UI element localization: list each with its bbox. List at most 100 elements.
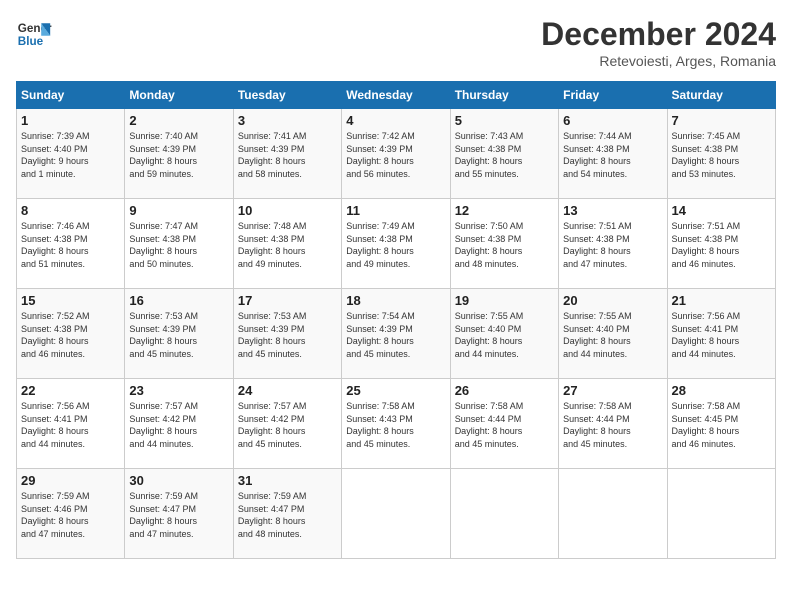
calendar-day-cell: 11 Sunrise: 7:49 AMSunset: 4:38 PMDayligh… — [342, 199, 450, 289]
day-number: 26 — [455, 383, 554, 398]
day-info: Sunrise: 7:49 AMSunset: 4:38 PMDaylight:… — [346, 220, 445, 270]
day-number: 23 — [129, 383, 228, 398]
calendar-day-cell: 15 Sunrise: 7:52 AMSunset: 4:38 PMDayligh… — [17, 289, 125, 379]
day-number: 5 — [455, 113, 554, 128]
svg-text:Blue: Blue — [18, 35, 44, 48]
calendar-day-cell: 26 Sunrise: 7:58 AMSunset: 4:44 PMDayligh… — [450, 379, 558, 469]
day-number: 30 — [129, 473, 228, 488]
calendar-day-cell — [559, 469, 667, 559]
day-number: 9 — [129, 203, 228, 218]
day-number: 21 — [672, 293, 771, 308]
day-of-week-header: Friday — [559, 82, 667, 109]
day-number: 27 — [563, 383, 662, 398]
calendar-day-cell: 22 Sunrise: 7:56 AMSunset: 4:41 PMDayligh… — [17, 379, 125, 469]
day-info: Sunrise: 7:54 AMSunset: 4:39 PMDaylight:… — [346, 310, 445, 360]
day-number: 8 — [21, 203, 120, 218]
day-number: 22 — [21, 383, 120, 398]
day-number: 14 — [672, 203, 771, 218]
day-number: 1 — [21, 113, 120, 128]
calendar-table: SundayMondayTuesdayWednesdayThursdayFrid… — [16, 81, 776, 559]
day-info: Sunrise: 7:58 AMSunset: 4:43 PMDaylight:… — [346, 400, 445, 450]
calendar-day-cell: 14 Sunrise: 7:51 AMSunset: 4:38 PMDayligh… — [667, 199, 775, 289]
day-info: Sunrise: 7:43 AMSunset: 4:38 PMDaylight:… — [455, 130, 554, 180]
calendar-day-cell: 3 Sunrise: 7:41 AMSunset: 4:39 PMDaylight… — [233, 109, 341, 199]
calendar-day-cell: 10 Sunrise: 7:48 AMSunset: 4:38 PMDayligh… — [233, 199, 341, 289]
calendar-day-cell: 6 Sunrise: 7:44 AMSunset: 4:38 PMDaylight… — [559, 109, 667, 199]
calendar-day-cell: 25 Sunrise: 7:58 AMSunset: 4:43 PMDayligh… — [342, 379, 450, 469]
calendar-day-cell: 20 Sunrise: 7:55 AMSunset: 4:40 PMDayligh… — [559, 289, 667, 379]
logo-icon: General Blue — [16, 16, 52, 52]
day-of-week-header: Tuesday — [233, 82, 341, 109]
day-number: 18 — [346, 293, 445, 308]
calendar-day-cell: 17Sunrise: 7:53 AMSunset: 4:39 PMDayligh… — [233, 289, 341, 379]
day-info: Sunrise: 7:57 AMSunset: 4:42 PMDaylight:… — [238, 400, 337, 450]
calendar-day-cell: 2Sunrise: 7:40 AMSunset: 4:39 PMDaylight… — [125, 109, 233, 199]
day-info: Sunrise: 7:55 AMSunset: 4:40 PMDaylight:… — [563, 310, 662, 360]
day-info: Sunrise: 7:46 AMSunset: 4:38 PMDaylight:… — [21, 220, 120, 270]
day-info: Sunrise: 7:48 AMSunset: 4:38 PMDaylight:… — [238, 220, 337, 270]
day-info: Sunrise: 7:40 AMSunset: 4:39 PMDaylight:… — [129, 130, 228, 180]
logo: General Blue — [16, 16, 52, 52]
day-info: Sunrise: 7:55 AMSunset: 4:40 PMDaylight:… — [455, 310, 554, 360]
calendar-day-cell: 23 Sunrise: 7:57 AMSunset: 4:42 PMDayligh… — [125, 379, 233, 469]
day-number: 16 — [129, 293, 228, 308]
day-number: 20 — [563, 293, 662, 308]
day-number: 19 — [455, 293, 554, 308]
page-header: General Blue December 2024 Retevoiesti, … — [16, 16, 776, 69]
day-info: Sunrise: 7:51 AMSunset: 4:38 PMDaylight:… — [672, 220, 771, 270]
day-info: Sunrise: 7:58 AMSunset: 4:45 PMDaylight:… — [672, 400, 771, 450]
day-info: Sunrise: 7:58 AMSunset: 4:44 PMDaylight:… — [455, 400, 554, 450]
day-of-week-header: Wednesday — [342, 82, 450, 109]
day-info: Sunrise: 7:57 AMSunset: 4:42 PMDaylight:… — [129, 400, 228, 450]
calendar-day-cell: 13Sunrise: 7:51 AMSunset: 4:38 PMDayligh… — [559, 199, 667, 289]
day-number: 28 — [672, 383, 771, 398]
day-info: Sunrise: 7:41 AMSunset: 4:39 PMDaylight:… — [238, 130, 337, 180]
day-info: Sunrise: 7:45 AMSunset: 4:38 PMDaylight:… — [672, 130, 771, 180]
day-number: 3 — [238, 113, 337, 128]
calendar-day-cell: 21 Sunrise: 7:56 AMSunset: 4:41 PMDayligh… — [667, 289, 775, 379]
day-number: 25 — [346, 383, 445, 398]
day-number: 29 — [21, 473, 120, 488]
day-number: 4 — [346, 113, 445, 128]
calendar-day-cell: 7 Sunrise: 7:45 AMSunset: 4:38 PMDaylight… — [667, 109, 775, 199]
day-number: 17 — [238, 293, 337, 308]
calendar-header-row: SundayMondayTuesdayWednesdayThursdayFrid… — [17, 82, 776, 109]
day-info: Sunrise: 7:52 AMSunset: 4:38 PMDaylight:… — [21, 310, 120, 360]
calendar-week-row: 22 Sunrise: 7:56 AMSunset: 4:41 PMDayligh… — [17, 379, 776, 469]
calendar-week-row: 8 Sunrise: 7:46 AMSunset: 4:38 PMDaylight… — [17, 199, 776, 289]
day-number: 13 — [563, 203, 662, 218]
day-number: 24 — [238, 383, 337, 398]
day-info: Sunrise: 7:58 AMSunset: 4:44 PMDaylight:… — [563, 400, 662, 450]
day-number: 11 — [346, 203, 445, 218]
calendar-day-cell: 27 Sunrise: 7:58 AMSunset: 4:44 PMDayligh… — [559, 379, 667, 469]
day-info: Sunrise: 7:50 AMSunset: 4:38 PMDaylight:… — [455, 220, 554, 270]
calendar-day-cell: 18 Sunrise: 7:54 AMSunset: 4:39 PMDayligh… — [342, 289, 450, 379]
calendar-day-cell: 4Sunrise: 7:42 AMSunset: 4:39 PMDaylight… — [342, 109, 450, 199]
day-info: Sunrise: 7:44 AMSunset: 4:38 PMDaylight:… — [563, 130, 662, 180]
calendar-week-row: 15 Sunrise: 7:52 AMSunset: 4:38 PMDayligh… — [17, 289, 776, 379]
day-info: Sunrise: 7:56 AMSunset: 4:41 PMDaylight:… — [672, 310, 771, 360]
day-info: Sunrise: 7:59 AMSunset: 4:46 PMDaylight:… — [21, 490, 120, 540]
calendar-week-row: 1 Sunrise: 7:39 AMSunset: 4:40 PMDaylight… — [17, 109, 776, 199]
calendar-week-row: 29 Sunrise: 7:59 AMSunset: 4:46 PMDayligh… — [17, 469, 776, 559]
calendar-day-cell: 28 Sunrise: 7:58 AMSunset: 4:45 PMDayligh… — [667, 379, 775, 469]
day-info: Sunrise: 7:39 AMSunset: 4:40 PMDaylight:… — [21, 130, 120, 180]
day-of-week-header: Monday — [125, 82, 233, 109]
day-number: 7 — [672, 113, 771, 128]
title-section: December 2024 Retevoiesti, Arges, Romani… — [541, 16, 776, 69]
day-number: 10 — [238, 203, 337, 218]
day-info: Sunrise: 7:56 AMSunset: 4:41 PMDaylight:… — [21, 400, 120, 450]
day-info: Sunrise: 7:47 AMSunset: 4:38 PMDaylight:… — [129, 220, 228, 270]
day-number: 6 — [563, 113, 662, 128]
calendar-day-cell: 24 Sunrise: 7:57 AMSunset: 4:42 PMDayligh… — [233, 379, 341, 469]
calendar-day-cell: 19 Sunrise: 7:55 AMSunset: 4:40 PMDayligh… — [450, 289, 558, 379]
day-of-week-header: Sunday — [17, 82, 125, 109]
calendar-day-cell — [667, 469, 775, 559]
calendar-day-cell: 9 Sunrise: 7:47 AMSunset: 4:38 PMDaylight… — [125, 199, 233, 289]
day-number: 31 — [238, 473, 337, 488]
calendar-day-cell: 8 Sunrise: 7:46 AMSunset: 4:38 PMDaylight… — [17, 199, 125, 289]
day-of-week-header: Saturday — [667, 82, 775, 109]
calendar-day-cell: 16Sunrise: 7:53 AMSunset: 4:39 PMDayligh… — [125, 289, 233, 379]
month-year-title: December 2024 — [541, 16, 776, 53]
day-number: 15 — [21, 293, 120, 308]
